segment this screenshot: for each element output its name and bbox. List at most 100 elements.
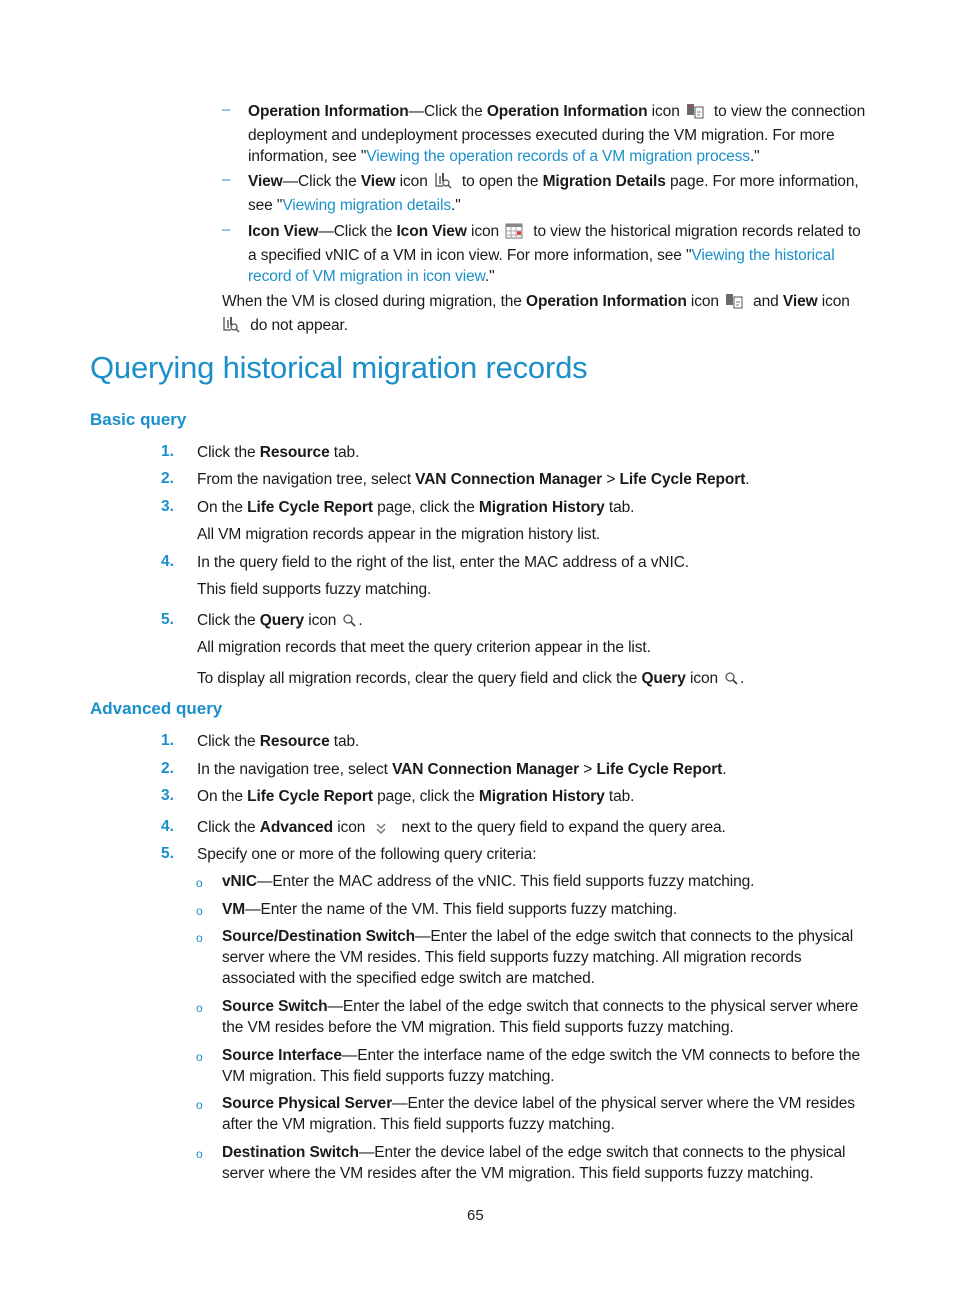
step-number: 5. bbox=[161, 611, 174, 628]
text: To display all migration records, clear … bbox=[197, 670, 642, 687]
circle-bullet: o bbox=[196, 1050, 203, 1064]
text: Click the bbox=[197, 733, 260, 750]
intro-item-icon-view: Icon View—Click the Icon View icon to vi… bbox=[248, 221, 868, 287]
note-paragraph: When the VM is closed during migration, … bbox=[222, 291, 872, 339]
text: tab. bbox=[329, 444, 360, 461]
basic-step-4: In the query field to the right of the l… bbox=[197, 554, 689, 571]
criterion-destination-switch: Destination Switch—Enter the device labe… bbox=[222, 1142, 872, 1184]
advanced-step-1: Click the Resource tab. bbox=[197, 731, 359, 752]
criterion-vm: VM—Enter the name of the VM. This field … bbox=[222, 899, 872, 920]
text: Click the bbox=[197, 444, 260, 461]
intro-item-view: View—Click the View icon to open the Mig… bbox=[248, 171, 868, 216]
search-icon bbox=[342, 613, 358, 634]
term: Migration History bbox=[478, 788, 605, 805]
text: ." bbox=[749, 148, 760, 165]
term: Destination Switch bbox=[222, 1144, 359, 1161]
step-number: 2. bbox=[161, 470, 174, 487]
text: ." bbox=[484, 268, 495, 285]
text: Click the bbox=[197, 612, 260, 629]
subsection-basic-query: Basic query bbox=[90, 410, 187, 429]
step-number: 2. bbox=[161, 760, 174, 777]
basic-step-2: From the navigation tree, select VAN Con… bbox=[197, 469, 750, 490]
step-number: 1. bbox=[161, 732, 174, 749]
term: Life Cycle Report bbox=[619, 471, 746, 488]
advanced-step-3: On the Life Cycle Report page, click the… bbox=[197, 786, 634, 807]
text: From the navigation tree, select bbox=[197, 471, 416, 488]
term: Icon View bbox=[248, 223, 319, 240]
text: icon bbox=[817, 293, 850, 310]
step-number: 3. bbox=[161, 498, 174, 515]
link-operation-records[interactable]: Viewing the operation records of a VM mi… bbox=[366, 148, 750, 165]
view-icon bbox=[434, 171, 452, 195]
subsection-advanced-query: Advanced query bbox=[90, 699, 223, 718]
term: View bbox=[360, 173, 396, 190]
text: icon bbox=[333, 819, 366, 836]
term: Resource bbox=[259, 733, 330, 750]
text: Click the bbox=[197, 819, 260, 836]
term: Resource bbox=[259, 444, 330, 461]
criterion-vnic: vNIC—Enter the MAC address of the vNIC. … bbox=[222, 871, 872, 892]
text: —Click the bbox=[408, 103, 487, 120]
text: On the bbox=[197, 499, 248, 516]
term: Icon View bbox=[396, 223, 467, 240]
text: tab. bbox=[604, 499, 635, 516]
basic-step-4-note: This field supports fuzzy matching. bbox=[197, 581, 432, 598]
text: . bbox=[740, 670, 745, 687]
circle-bullet: o bbox=[196, 931, 203, 945]
circle-bullet: o bbox=[196, 1147, 203, 1161]
text: —Click the bbox=[282, 173, 361, 190]
intro-item-operation-information: Operation Information—Click the Operatio… bbox=[248, 101, 868, 167]
step-number: 4. bbox=[161, 553, 174, 570]
term: Operation Information bbox=[486, 103, 648, 120]
criterion-source-interface: Source Interface—Enter the interface nam… bbox=[222, 1045, 872, 1087]
text: icon bbox=[395, 173, 428, 190]
advanced-step-2: In the navigation tree, select VAN Conne… bbox=[197, 759, 727, 780]
text: . bbox=[722, 761, 727, 778]
term: Operation Information bbox=[248, 103, 409, 120]
text: In the navigation tree, select bbox=[197, 761, 393, 778]
operation-information-icon bbox=[686, 103, 704, 125]
basic-step-1: Click the Resource tab. bbox=[197, 442, 359, 463]
search-icon bbox=[724, 671, 740, 692]
term: Migration Details bbox=[542, 173, 666, 190]
term: Operation Information bbox=[526, 293, 687, 310]
circle-bullet: o bbox=[196, 876, 203, 890]
term: Migration History bbox=[478, 499, 605, 516]
text: On the bbox=[197, 788, 248, 805]
term: Source Physical Server bbox=[222, 1095, 393, 1112]
text: —Enter the MAC address of the vNIC. This… bbox=[256, 873, 755, 890]
term: Query bbox=[259, 612, 305, 629]
text: tab. bbox=[604, 788, 635, 805]
text: . bbox=[745, 471, 750, 488]
step-number: 1. bbox=[161, 443, 174, 460]
text: do not appear. bbox=[246, 317, 348, 334]
page-number: 65 bbox=[467, 1207, 484, 1224]
step-number: 3. bbox=[161, 787, 174, 804]
link-migration-details[interactable]: Viewing migration details bbox=[282, 197, 451, 214]
criterion-source-physical-server: Source Physical Server—Enter the device … bbox=[222, 1093, 872, 1135]
dash-bullet: – bbox=[222, 171, 231, 188]
dash-bullet: – bbox=[222, 101, 231, 118]
criterion-source-destination-switch: Source/Destination Switch—Enter the labe… bbox=[222, 926, 872, 989]
dash-bullet: – bbox=[222, 221, 231, 238]
term: VAN Connection Manager bbox=[415, 471, 603, 488]
text: next to the query field to expand the qu… bbox=[397, 819, 726, 836]
circle-bullet: o bbox=[196, 1001, 203, 1015]
section-heading: Querying historical migration records bbox=[90, 350, 588, 385]
text: > bbox=[579, 761, 597, 778]
text: ." bbox=[450, 197, 461, 214]
term: Life Cycle Report bbox=[247, 499, 373, 516]
term: vNIC bbox=[222, 873, 257, 890]
document-page: – Operation Information—Click the Operat… bbox=[0, 0, 954, 1296]
operation-information-icon bbox=[725, 293, 743, 315]
basic-step-5-result: All migration records that meet the quer… bbox=[197, 639, 651, 656]
advanced-step-4: Click the Advanced icon next to the quer… bbox=[197, 817, 726, 841]
double-chevron-down-icon bbox=[375, 820, 387, 841]
advanced-step-5: Specify one or more of the following que… bbox=[197, 846, 537, 863]
icon-view-icon bbox=[505, 223, 523, 245]
view-icon bbox=[222, 315, 240, 339]
text: —Click the bbox=[318, 223, 397, 240]
basic-step-5-note: To display all migration records, clear … bbox=[197, 668, 744, 692]
text: icon bbox=[686, 293, 719, 310]
term: VAN Connection Manager bbox=[392, 761, 580, 778]
